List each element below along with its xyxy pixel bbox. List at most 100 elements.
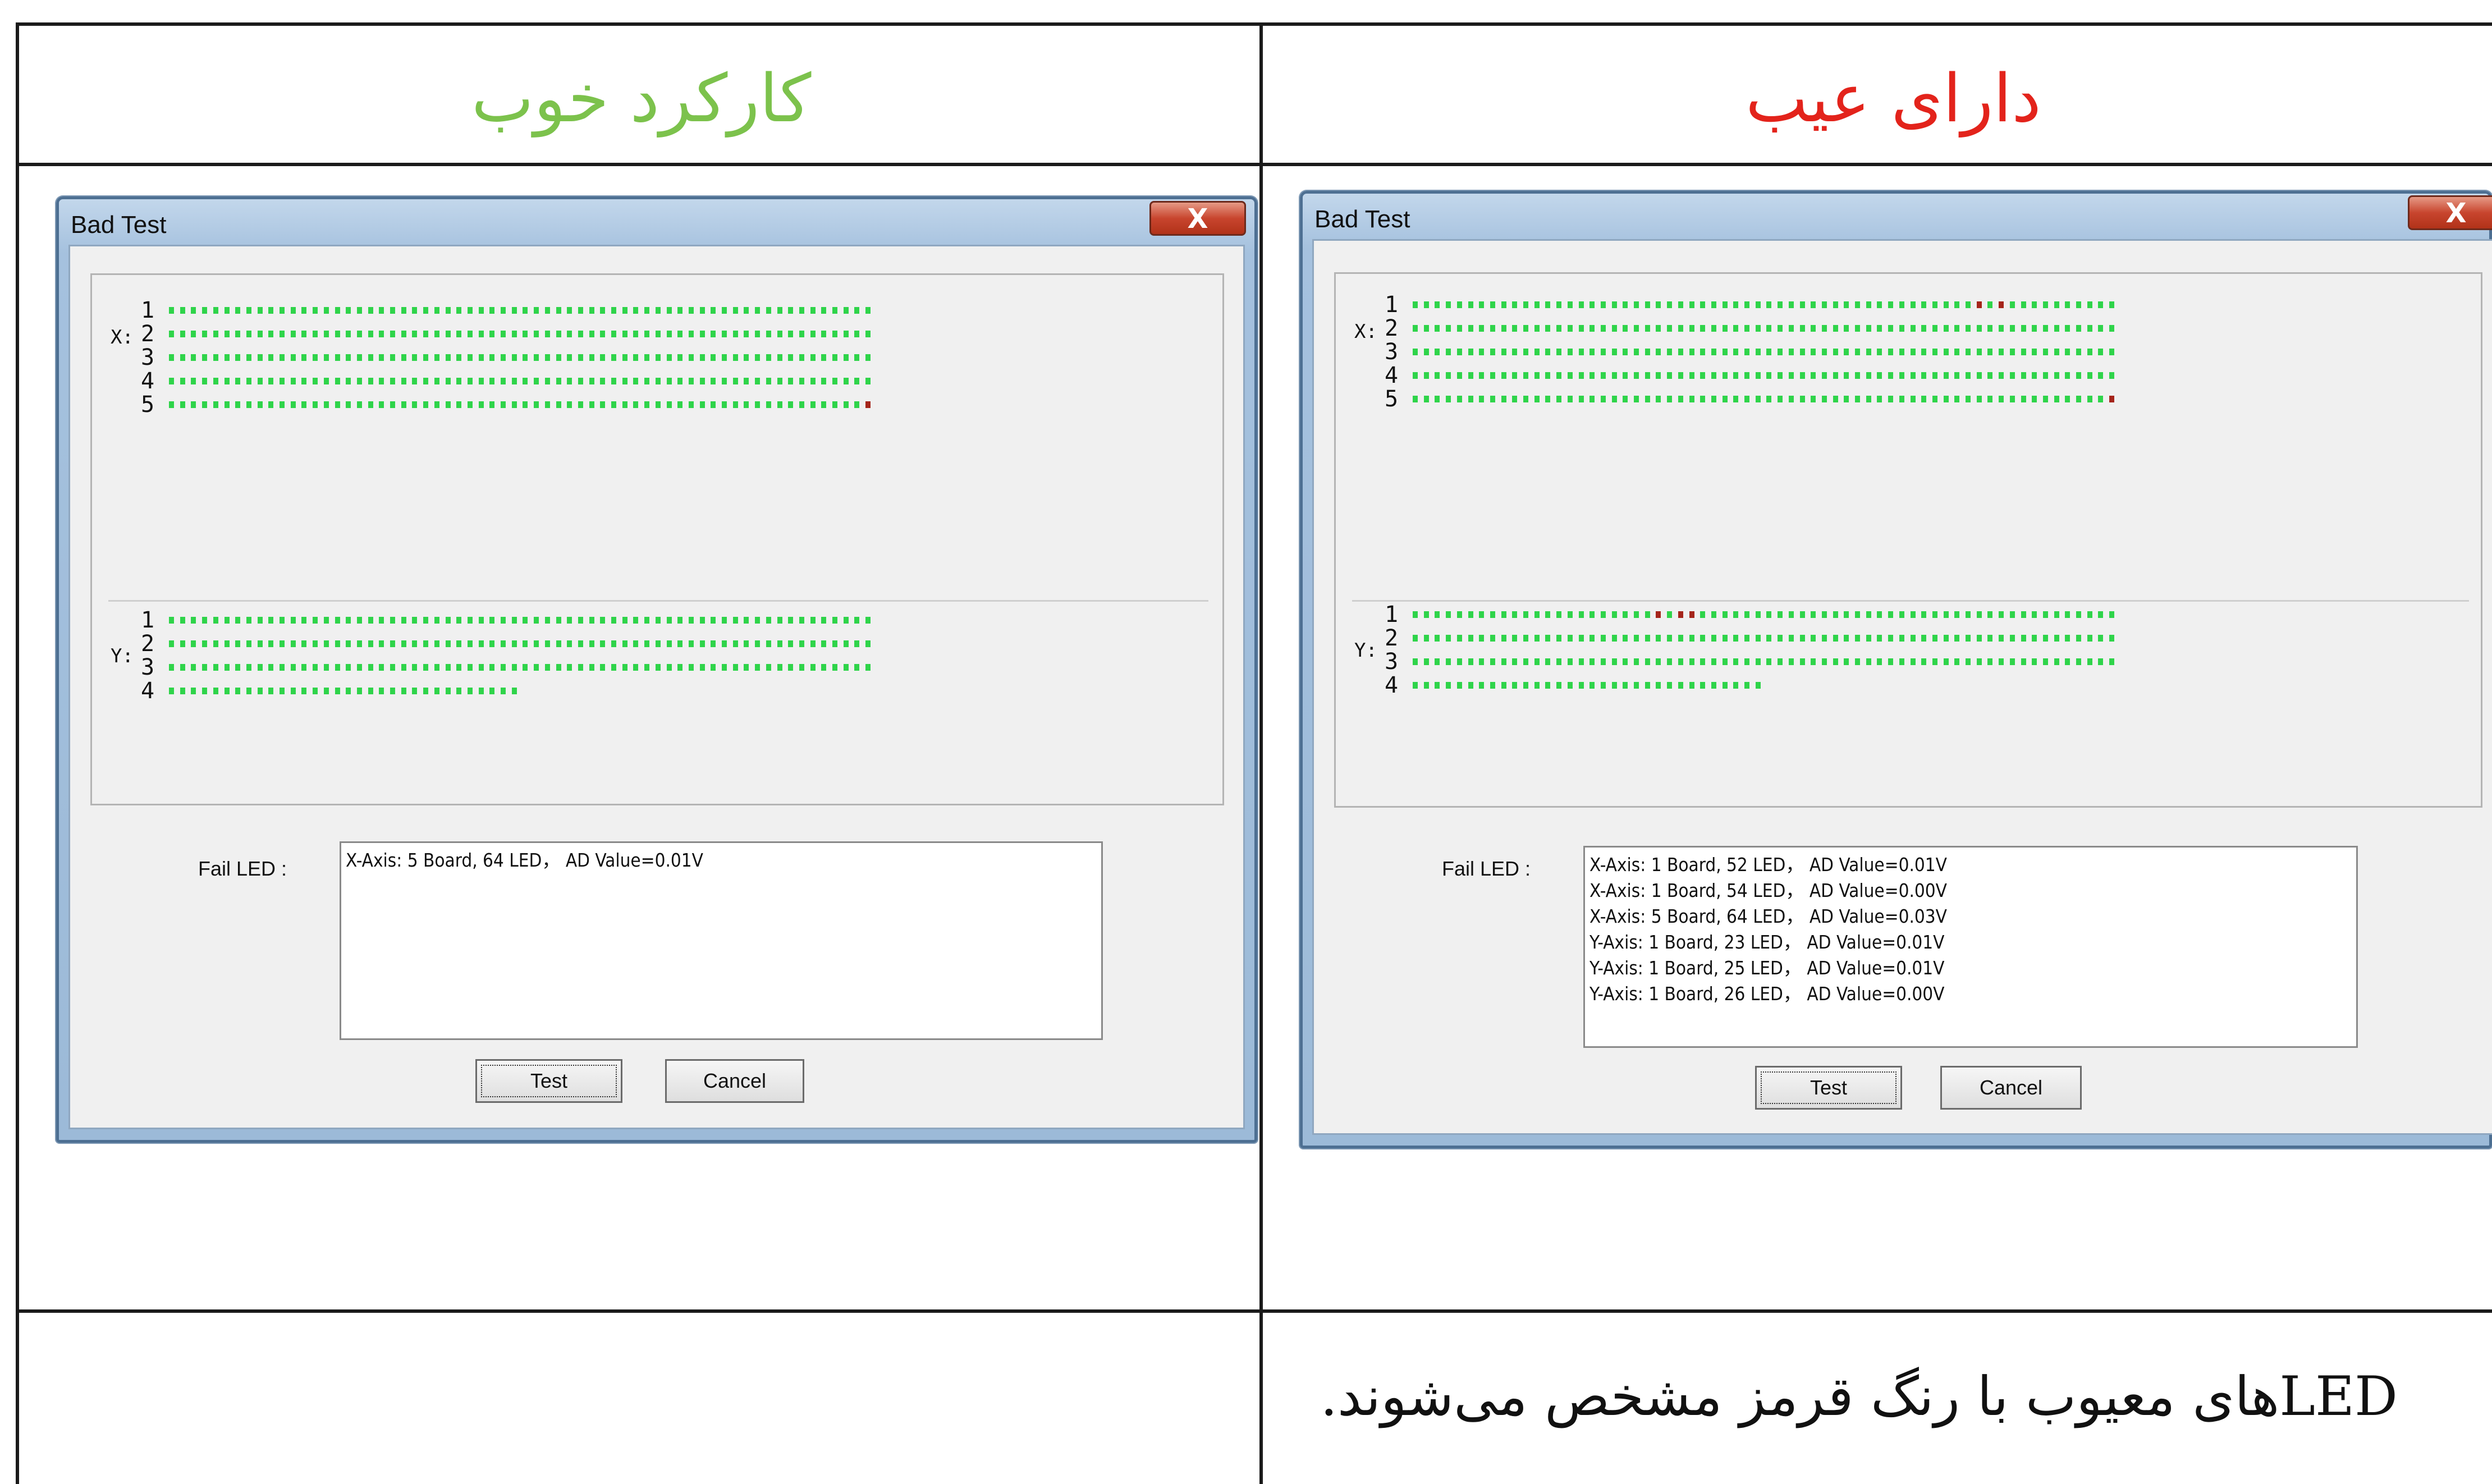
led-ok [257,354,263,361]
led-ok [169,401,174,408]
led-ok [434,354,439,361]
led-ok [567,401,572,408]
led-ok [556,354,561,361]
led-ok [688,331,694,337]
led-ok [711,640,716,647]
led-ok [323,378,329,384]
led-ok [368,354,373,361]
led-ok [501,664,506,671]
led-ok [1534,396,1540,402]
led-row [1413,682,1766,689]
led-ok [1567,372,1573,379]
led-ok [1423,682,1429,689]
led-ok [1446,349,1451,355]
led-ok [445,307,451,314]
led-ok [655,640,661,647]
led-ok [401,640,406,647]
led-ok [843,307,849,314]
led-ok [810,378,816,384]
led-ok [2087,635,2092,642]
led-ok [1689,682,1694,689]
led-ok [611,401,616,408]
led-ok [1468,372,1473,379]
led-ok [1766,301,1772,308]
led-ok [1512,301,1518,308]
led-ok [1667,325,1673,332]
led-ok [280,688,285,694]
right-cancel-button[interactable]: Cancel [1940,1066,2082,1110]
led-ok [290,640,296,647]
left-test-button[interactable]: Test [475,1059,622,1103]
led-ok [445,688,451,694]
led-ok [1921,658,1927,665]
led-ok [501,354,506,361]
led-ok [401,688,406,694]
led-ok [589,640,594,647]
led-ok [501,688,506,694]
led-ok [1844,396,1849,402]
led-ok [379,617,384,624]
left-close-button[interactable]: X [1149,201,1246,236]
led-ok [1578,325,1584,332]
led-ok [356,331,362,337]
led-ok [722,640,727,647]
led-ok [1479,611,1485,618]
led-ok [1821,658,1827,665]
led-ok [1966,611,1971,618]
led-ok [1644,635,1650,642]
led-ok [1855,349,1860,355]
led-ok [556,401,561,408]
led-ok [1788,611,1794,618]
led-ok [301,307,307,314]
left-cancel-button[interactable]: Cancel [665,1059,804,1103]
led-ok [368,664,373,671]
led-ok [2042,396,2048,402]
led-ok [478,688,484,694]
led-ok [346,664,351,671]
led-ok [213,354,218,361]
led-row [1413,635,2120,642]
led-ok [224,354,230,361]
led-ok [169,354,174,361]
led-ok [246,378,251,384]
led-ok [346,307,351,314]
led-ok [633,307,639,314]
led-ok [1966,349,1971,355]
led-ok [1744,325,1749,332]
led-ok [1844,635,1849,642]
led-ok [854,664,860,671]
led-ok [423,401,429,408]
led-ok [2021,372,2026,379]
led-ok [290,354,296,361]
led-ok [1877,611,1882,618]
led-ok [323,664,329,671]
led-ok [1755,658,1761,665]
right-close-button[interactable]: X [2408,195,2492,230]
led-ok [2009,635,2015,642]
led-ok [744,378,749,384]
led-ok [1877,396,1882,402]
led-ok [1468,658,1473,665]
led-ok [1921,349,1927,355]
right-test-button[interactable]: Test [1755,1066,1902,1110]
table-left-border [16,22,19,1484]
led-ok [335,664,340,671]
led-ok [1899,611,1904,618]
led-ok [1556,349,1562,355]
led-ok [788,378,794,384]
led-ok [1446,396,1451,402]
led-ok [290,401,296,408]
led-ok [854,331,860,337]
led-ok [2032,658,2037,665]
led-ok [1811,349,1816,355]
led-ok [644,354,650,361]
led-ok [1611,611,1617,618]
led-ok [622,640,627,647]
led-ok [556,378,561,384]
led-ok [1644,658,1650,665]
led-ok [235,307,241,314]
led-ok [755,378,761,384]
led-ok [224,664,230,671]
led-ok [379,354,384,361]
led-ok [1600,635,1606,642]
